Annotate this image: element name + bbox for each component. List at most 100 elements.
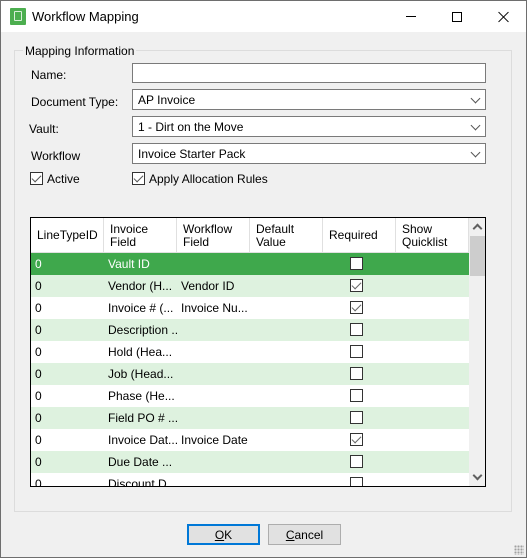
cell-invoice-field[interactable]: Description ...: [104, 319, 177, 341]
column-header-workflow-field[interactable]: Workflow Field: [177, 218, 250, 253]
required-checkbox[interactable]: [350, 367, 363, 380]
cell-default-value[interactable]: [250, 253, 323, 275]
required-checkbox[interactable]: [350, 257, 363, 270]
required-checkbox[interactable]: [350, 433, 363, 446]
cell-default-value[interactable]: [250, 385, 323, 407]
document-type-select[interactable]: AP Invoice: [132, 89, 486, 110]
required-checkbox[interactable]: [350, 477, 363, 486]
scroll-up-arrow-icon[interactable]: [469, 218, 485, 235]
cell-default-value[interactable]: [250, 341, 323, 363]
apply-allocation-rules-label[interactable]: Apply Allocation Rules: [149, 172, 268, 186]
table-row[interactable]: 0 Phase (He...: [31, 385, 469, 407]
cell-show-quicklist[interactable]: [396, 429, 469, 451]
required-checkbox[interactable]: [350, 323, 363, 336]
required-checkbox[interactable]: [350, 345, 363, 358]
cell-invoice-field[interactable]: Phase (He...: [104, 385, 177, 407]
required-checkbox[interactable]: [350, 455, 363, 468]
table-row[interactable]: 0 Vendor (H... Vendor ID: [31, 275, 469, 297]
required-checkbox[interactable]: [350, 301, 363, 314]
workflow-select[interactable]: Invoice Starter Pack: [132, 143, 486, 164]
apply-allocation-rules-checkbox[interactable]: [132, 172, 145, 185]
required-checkbox[interactable]: [350, 389, 363, 402]
table-row[interactable]: 0 Description ...: [31, 319, 469, 341]
table-row[interactable]: 0 Invoice # (... Invoice Nu...: [31, 297, 469, 319]
cell-linetypeid[interactable]: 0: [31, 473, 104, 486]
cell-workflow-field[interactable]: [177, 363, 250, 385]
cell-linetypeid[interactable]: 0: [31, 429, 104, 451]
title-bar[interactable]: Workflow Mapping: [1, 1, 526, 32]
column-header-invoice-field[interactable]: Invoice Field: [104, 218, 177, 253]
cell-invoice-field[interactable]: Job (Head...: [104, 363, 177, 385]
column-header-required[interactable]: Required: [323, 218, 396, 253]
cell-workflow-field[interactable]: Vendor ID: [177, 275, 250, 297]
scroll-thumb[interactable]: [470, 236, 485, 276]
cell-linetypeid[interactable]: 0: [31, 363, 104, 385]
cell-workflow-field[interactable]: [177, 451, 250, 473]
cell-show-quicklist[interactable]: [396, 451, 469, 473]
column-header-linetypeid[interactable]: LineTypeID: [31, 218, 104, 253]
cell-default-value[interactable]: [250, 407, 323, 429]
required-checkbox[interactable]: [350, 279, 363, 292]
cell-workflow-field[interactable]: [177, 385, 250, 407]
mapping-grid[interactable]: LineTypeID Invoice Field Workflow Field De…: [30, 217, 486, 487]
table-row[interactable]: 0 Invoice Dat... Invoice Date: [31, 429, 469, 451]
cell-workflow-field[interactable]: [177, 341, 250, 363]
cell-workflow-field[interactable]: [177, 253, 250, 275]
cell-invoice-field[interactable]: Due Date ...: [104, 451, 177, 473]
close-button[interactable]: [480, 1, 526, 32]
cell-workflow-field[interactable]: [177, 319, 250, 341]
vault-select[interactable]: 1 - Dirt on the Move: [132, 116, 486, 137]
cell-show-quicklist[interactable]: [396, 253, 469, 275]
cell-invoice-field[interactable]: Invoice Dat...: [104, 429, 177, 451]
cell-workflow-field[interactable]: [177, 407, 250, 429]
cell-linetypeid[interactable]: 0: [31, 319, 104, 341]
cell-invoice-field[interactable]: Field PO # ...: [104, 407, 177, 429]
vertical-scrollbar[interactable]: [469, 218, 485, 486]
table-row[interactable]: 0 Field PO # ...: [31, 407, 469, 429]
cell-invoice-field[interactable]: Invoice # (...: [104, 297, 177, 319]
cell-workflow-field[interactable]: Invoice Date: [177, 429, 250, 451]
maximize-button[interactable]: [434, 1, 480, 32]
cell-invoice-field[interactable]: Discount D...: [104, 473, 177, 486]
ok-button[interactable]: OK: [187, 524, 260, 545]
cell-invoice-field[interactable]: Vendor (H...: [104, 275, 177, 297]
cell-linetypeid[interactable]: 0: [31, 253, 104, 275]
cell-default-value[interactable]: [250, 319, 323, 341]
cell-show-quicklist[interactable]: [396, 385, 469, 407]
column-header-default-value[interactable]: Default Value: [250, 218, 323, 253]
cell-linetypeid[interactable]: 0: [31, 275, 104, 297]
table-row[interactable]: 0 Discount D...: [31, 473, 469, 486]
cell-linetypeid[interactable]: 0: [31, 341, 104, 363]
cell-show-quicklist[interactable]: [396, 363, 469, 385]
minimize-button[interactable]: [388, 1, 434, 32]
table-row[interactable]: 0 Vault ID: [31, 253, 469, 275]
cell-default-value[interactable]: [250, 363, 323, 385]
cell-show-quicklist[interactable]: [396, 473, 469, 486]
cell-linetypeid[interactable]: 0: [31, 297, 104, 319]
column-header-show-quicklist[interactable]: Show Quicklist: [396, 218, 469, 253]
cell-default-value[interactable]: [250, 429, 323, 451]
name-input[interactable]: [132, 63, 486, 83]
active-checkbox[interactable]: [30, 172, 43, 185]
cancel-button[interactable]: Cancel: [268, 524, 341, 545]
cell-linetypeid[interactable]: 0: [31, 385, 104, 407]
table-row[interactable]: 0 Job (Head...: [31, 363, 469, 385]
resize-grip-icon[interactable]: [514, 545, 524, 555]
cell-workflow-field[interactable]: Invoice Nu...: [177, 297, 250, 319]
table-row[interactable]: 0 Due Date ...: [31, 451, 469, 473]
cell-linetypeid[interactable]: 0: [31, 451, 104, 473]
cell-invoice-field[interactable]: Vault ID: [104, 253, 177, 275]
cell-invoice-field[interactable]: Hold (Hea...: [104, 341, 177, 363]
table-row[interactable]: 0 Hold (Hea...: [31, 341, 469, 363]
cell-show-quicklist[interactable]: [396, 407, 469, 429]
cell-default-value[interactable]: [250, 297, 323, 319]
cell-show-quicklist[interactable]: [396, 297, 469, 319]
cell-default-value[interactable]: [250, 275, 323, 297]
cell-show-quicklist[interactable]: [396, 319, 469, 341]
cell-default-value[interactable]: [250, 473, 323, 486]
cell-show-quicklist[interactable]: [396, 275, 469, 297]
cell-default-value[interactable]: [250, 451, 323, 473]
cell-show-quicklist[interactable]: [396, 341, 469, 363]
required-checkbox[interactable]: [350, 411, 363, 424]
scroll-down-arrow-icon[interactable]: [469, 469, 485, 486]
